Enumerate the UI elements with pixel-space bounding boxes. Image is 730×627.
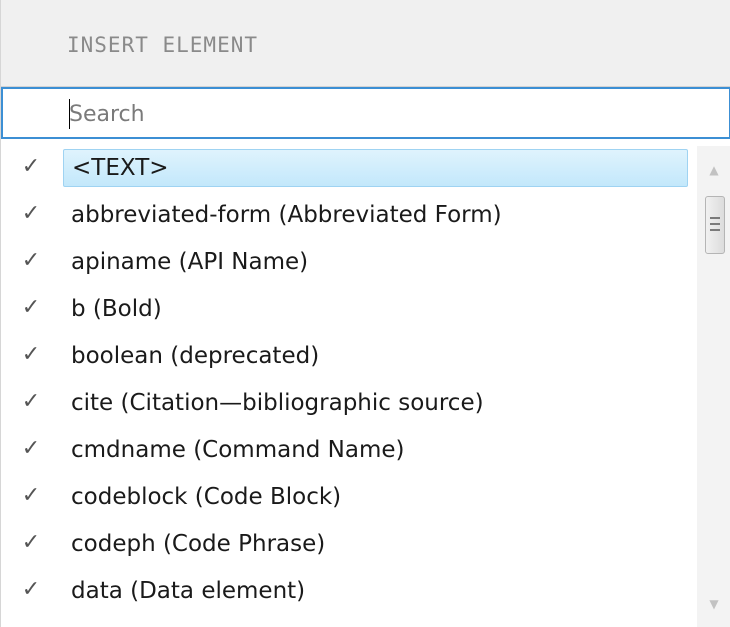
checkmark-icon: ✓ xyxy=(21,436,41,461)
list-item[interactable]: ✓ data (Data element) xyxy=(1,569,696,615)
grip-line xyxy=(710,229,720,231)
list-item-label: b (Bold) xyxy=(71,296,162,322)
panel-title: INSERT ELEMENT xyxy=(67,33,259,57)
list-item[interactable]: ✓ boolean (deprecated) xyxy=(1,334,696,380)
checkmark-icon: ✓ xyxy=(21,248,41,273)
list-item-label: <TEXT> xyxy=(63,149,688,187)
checkmark-icon: ✓ xyxy=(21,342,41,367)
list-item[interactable]: ✓ b (Bold) xyxy=(1,287,696,333)
list-item[interactable]: ✓ cite (Citation—bibliographic source) xyxy=(1,381,696,427)
list-item[interactable]: ✓ abbreviated-form (Abbreviated Form) xyxy=(1,193,696,239)
list-item-label: abbreviated-form (Abbreviated Form) xyxy=(71,202,502,228)
text-caret xyxy=(69,99,70,129)
grip-line xyxy=(710,223,720,225)
panel-header: INSERT ELEMENT xyxy=(1,0,730,87)
vertical-scrollbar[interactable]: ▲ ▼ xyxy=(697,146,730,627)
checkmark-icon: ✓ xyxy=(21,154,41,179)
list-item-label: cite (Citation—bibliographic source) xyxy=(71,390,484,416)
list-item[interactable]: ✓ apiname (API Name) xyxy=(1,240,696,286)
insert-element-panel: INSERT ELEMENT ✓ <TEXT> ✓ abbreviated-fo… xyxy=(0,0,730,627)
list-item-label: data (Data element) xyxy=(71,578,306,604)
list-item-label: codeblock (Code Block) xyxy=(71,484,342,510)
list-item[interactable]: ✓ codeph (Code Phrase) xyxy=(1,522,696,568)
element-list[interactable]: ✓ <TEXT> ✓ abbreviated-form (Abbreviated… xyxy=(1,146,696,627)
scrollbar-thumb[interactable] xyxy=(705,196,725,254)
list-item-label: boolean (deprecated) xyxy=(71,343,320,369)
checkmark-icon: ✓ xyxy=(21,295,41,320)
checkmark-icon: ✓ xyxy=(21,389,41,414)
search-box[interactable] xyxy=(1,87,730,139)
list-item[interactable]: ✓ cmdname (Command Name) xyxy=(1,428,696,474)
checkmark-icon: ✓ xyxy=(21,577,41,602)
list-item-label: apiname (API Name) xyxy=(71,249,309,275)
checkmark-icon: ✓ xyxy=(21,201,41,226)
scroll-down-arrow-icon[interactable]: ▼ xyxy=(697,594,730,614)
grip-line xyxy=(710,217,720,219)
checkmark-icon: ✓ xyxy=(21,483,41,508)
search-input[interactable] xyxy=(69,97,669,131)
checkmark-icon: ✓ xyxy=(21,530,41,555)
list-item-label: cmdname (Command Name) xyxy=(71,437,405,463)
list-item[interactable]: ✓ codeblock (Code Block) xyxy=(1,475,696,521)
list-item[interactable]: ✓ <TEXT> xyxy=(1,146,696,192)
scroll-up-arrow-icon[interactable]: ▲ xyxy=(697,160,730,180)
list-item-label: codeph (Code Phrase) xyxy=(71,531,326,557)
